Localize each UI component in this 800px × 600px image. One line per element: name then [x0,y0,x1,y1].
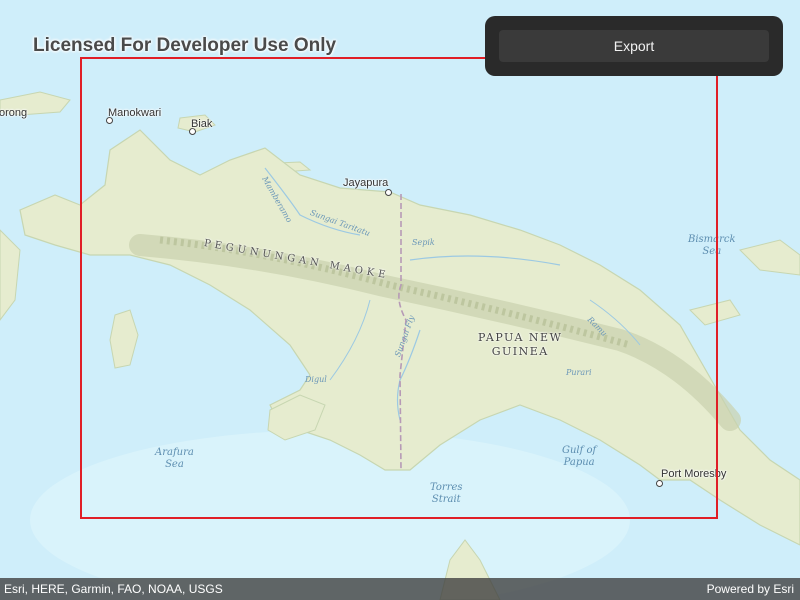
license-watermark: Licensed For Developer Use Only [33,35,337,56]
export-extent-outline [80,57,718,519]
export-panel: Export [485,16,783,76]
attribution-text[interactable]: Esri, HERE, Garmin, FAO, NOAA, USGS [4,582,223,596]
export-button[interactable]: Export [499,30,769,62]
city-label-sorong: orong [0,107,28,119]
attribution-bar: Esri, HERE, Garmin, FAO, NOAA, USGS Powe… [0,578,800,600]
powered-by-esri[interactable]: Powered by Esri [707,582,794,596]
